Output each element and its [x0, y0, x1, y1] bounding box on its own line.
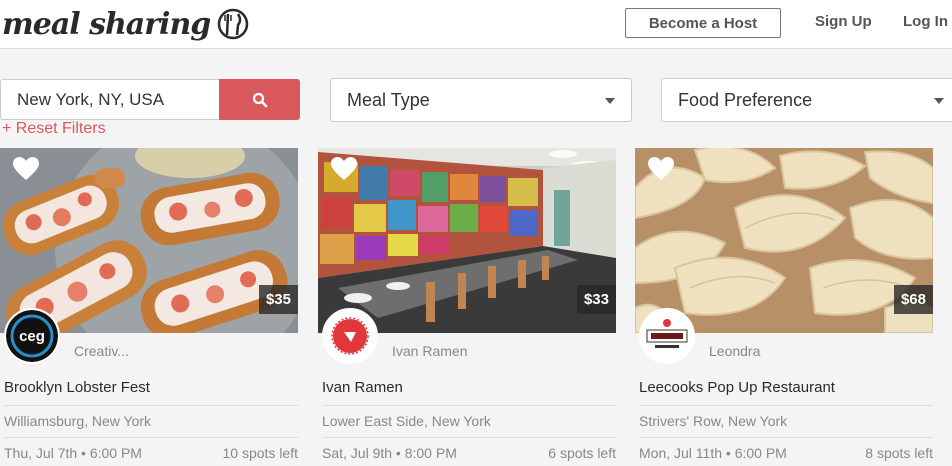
host-name[interactable]: Leondra	[709, 343, 760, 359]
food-preference-label: Food Preference	[678, 89, 813, 110]
dumplings-photo	[635, 148, 933, 333]
sign-up-link[interactable]: Sign Up	[815, 13, 872, 30]
host-avatar[interactable]	[639, 308, 695, 364]
meal-title[interactable]: Leecooks Pop Up Restaurant	[639, 379, 835, 396]
logo[interactable]: meal sharing	[2, 2, 250, 46]
chevron-down-icon	[934, 98, 944, 104]
divider	[4, 437, 298, 438]
divider	[322, 405, 616, 406]
reset-filters-link[interactable]: + Reset Filters	[2, 120, 106, 138]
meal-datetime: Thu, Jul 7th • 6:00 PM	[4, 445, 142, 461]
search-icon	[252, 92, 267, 107]
divider	[322, 437, 616, 438]
meal-location: Williamsburg, New York	[4, 413, 152, 429]
divider	[639, 405, 933, 406]
favorite-heart-icon[interactable]	[12, 156, 40, 182]
log-in-link[interactable]: Log In	[903, 13, 948, 30]
svg-text:ceg: ceg	[19, 328, 45, 345]
host-logo: ceg	[6, 310, 58, 362]
price-badge: $33	[576, 285, 616, 314]
divider	[639, 437, 933, 438]
top-nav-bar: meal sharing Become a Host Sign Up Log I…	[0, 0, 952, 49]
host-logo	[324, 310, 376, 362]
price-badge: $35	[258, 285, 298, 314]
meal-datetime: Mon, Jul 11th • 6:00 PM	[639, 445, 787, 461]
host-logo	[641, 310, 693, 362]
favorite-heart-icon[interactable]	[330, 156, 358, 182]
meal-photo[interactable]: $35	[0, 148, 298, 333]
search-button[interactable]	[219, 79, 300, 120]
meal-location: Strivers' Row, New York	[639, 413, 788, 429]
fork-knife-logo-icon	[218, 8, 249, 40]
favorite-heart-icon[interactable]	[647, 156, 675, 182]
location-search-input[interactable]	[0, 79, 220, 120]
meal-location: Lower East Side, New York	[322, 413, 491, 429]
price-badge: $68	[893, 285, 933, 314]
host-avatar[interactable]: ceg	[4, 308, 60, 364]
food-preference-select[interactable]: Food Preference	[661, 78, 952, 122]
meal-card[interactable]: $33 Ivan Ramen Ivan Ramen Lower East Sid…	[318, 148, 616, 466]
chevron-down-icon	[605, 98, 615, 104]
logo-text: meal sharing	[2, 6, 211, 42]
host-name[interactable]: Creativ...	[74, 343, 129, 359]
meal-type-select[interactable]: Meal Type	[330, 78, 632, 122]
meal-title[interactable]: Ivan Ramen	[322, 379, 403, 396]
spots-left: 10 spots left	[222, 445, 299, 461]
meal-photo[interactable]: $33	[318, 148, 616, 333]
divider	[4, 405, 298, 406]
meal-photo[interactable]: $68	[635, 148, 933, 333]
meal-type-label: Meal Type	[347, 89, 430, 110]
spots-left: 8 spots left	[865, 445, 933, 461]
meal-title[interactable]: Brooklyn Lobster Fest	[4, 379, 150, 396]
meal-card[interactable]: $35 ceg Creativ... Brooklyn Lobster Fest…	[0, 148, 298, 466]
location-search	[0, 79, 300, 120]
restaurant-interior-photo	[318, 148, 616, 333]
spots-left: 6 spots left	[548, 445, 616, 461]
meal-card[interactable]: $68 Leondra Leecooks Pop Up Restaurant S…	[635, 148, 933, 466]
host-avatar[interactable]	[322, 308, 378, 364]
lobster-rolls-photo	[0, 148, 298, 333]
meal-datetime: Sat, Jul 9th • 8:00 PM	[322, 445, 457, 461]
host-name[interactable]: Ivan Ramen	[392, 343, 467, 359]
become-host-button[interactable]: Become a Host	[625, 8, 781, 38]
